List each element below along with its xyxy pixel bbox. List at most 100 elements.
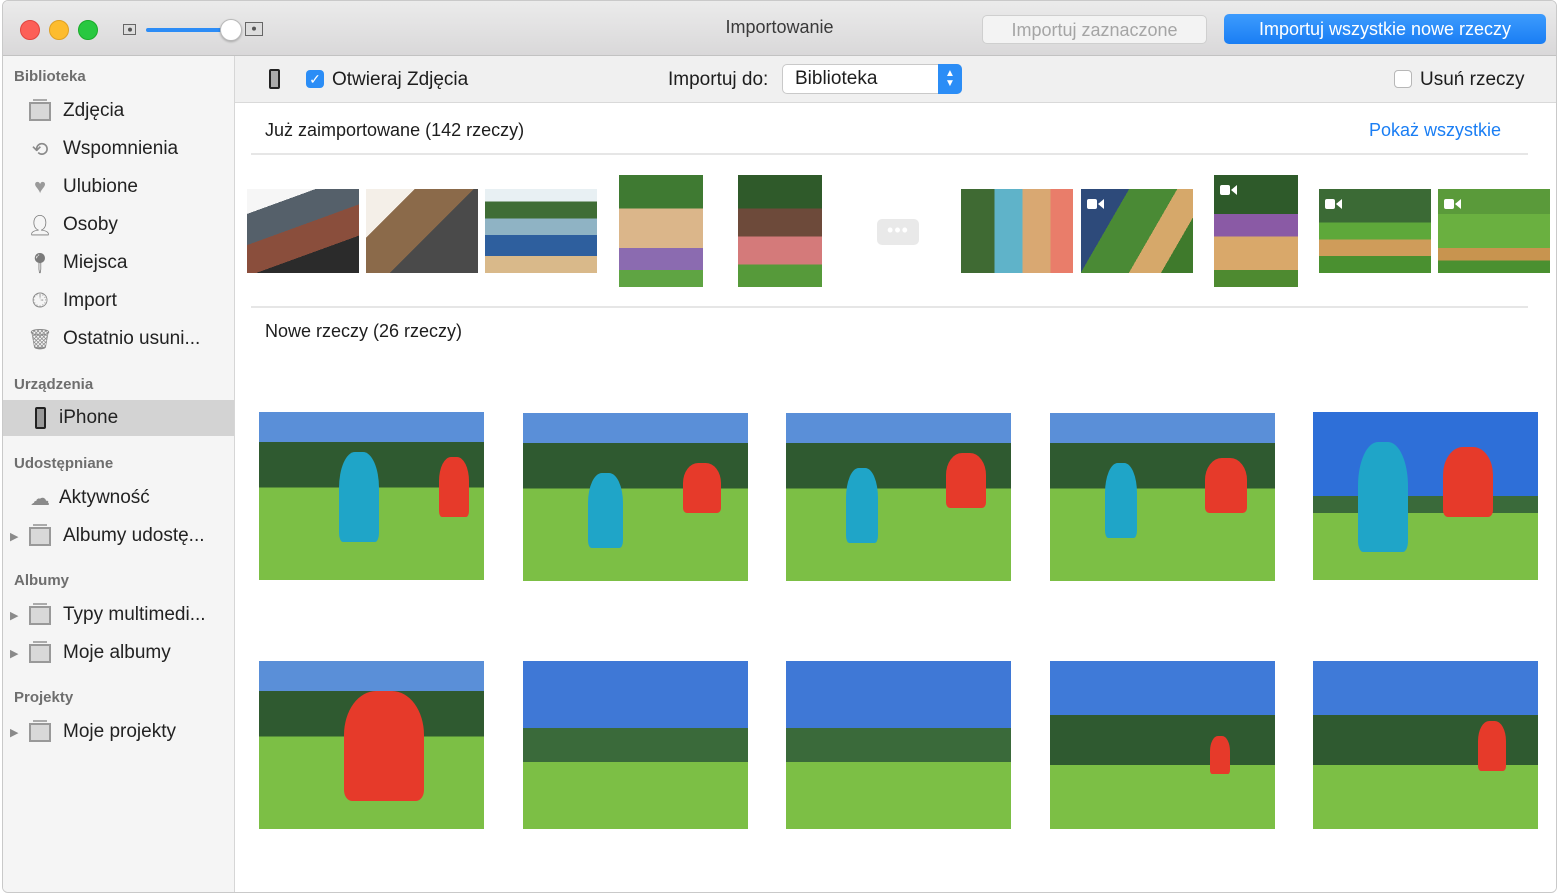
sidebar-item-label: Albumy udostę... [63, 525, 205, 546]
sidebar-item-my-albums[interactable]: ▶ Moje albumy [3, 635, 234, 671]
photo-subject [1443, 447, 1493, 517]
imported-video-thumbnail[interactable] [1438, 189, 1550, 273]
memories-icon: ⟲ [31, 138, 49, 161]
import-toolbar: ✓ Otwieraj Zdjęcia Importuj do: Bibliote… [235, 56, 1556, 103]
album-icon [27, 602, 53, 628]
sidebar-heading-albums: Albumy [14, 572, 70, 589]
show-all-link[interactable]: Pokaż wszystkie [1369, 120, 1501, 141]
sidebar-heading-shared: Udostępniane [14, 455, 114, 472]
sidebar-item-label: Moje projekty [63, 721, 176, 742]
import-content: Już zaimportowane (142 rzeczy) Pokaż wsz… [235, 103, 1556, 892]
sidebar-item-places[interactable]: 📍︎ Miejsca [3, 245, 234, 281]
delete-items-label: Usuń rzeczy [1420, 69, 1525, 90]
imported-video-thumbnail[interactable] [1214, 175, 1298, 287]
disclosure-triangle-icon[interactable]: ▶ [10, 530, 22, 543]
photo-subject [339, 452, 379, 542]
chevron-updown-icon: ▲ ▼ [938, 64, 962, 94]
photo-subject [344, 691, 424, 801]
imported-thumbnail[interactable] [485, 189, 597, 273]
sidebar-item-shared-albums[interactable]: ▶ Albumy udostę... [3, 518, 234, 554]
sidebar-item-media-types[interactable]: ▶ Typy multimedi... [3, 597, 234, 633]
disclosure-triangle-icon[interactable]: ▶ [10, 609, 22, 622]
open-photos-checkbox[interactable]: ✓ [306, 70, 324, 88]
new-items-title: Nowe rzeczy (26 rzeczy) [265, 321, 463, 341]
sidebar-item-iphone[interactable]: iPhone [3, 400, 234, 436]
new-item-thumbnail[interactable] [1313, 661, 1538, 829]
imported-thumbnail[interactable] [619, 175, 703, 287]
already-imported-title: Już zaimportowane (142 rzeczy) [265, 120, 525, 140]
new-item-thumbnail[interactable] [786, 413, 1011, 581]
new-item-thumbnail[interactable] [259, 661, 484, 829]
album-icon [27, 523, 53, 549]
import-destination-select[interactable]: Biblioteka ▲ ▼ [782, 64, 962, 94]
sidebar: Biblioteka Zdjęcia ⟲ Wspomnienia ♥ Ulubi… [3, 56, 235, 892]
trash-icon: 🗑︎ [27, 328, 53, 351]
sidebar-item-import[interactable]: 🕒︎ Import [3, 283, 234, 319]
sidebar-item-recently-deleted[interactable]: 🗑︎ Ostatnio usuni... [3, 321, 234, 357]
imported-video-thumbnail[interactable] [1319, 189, 1431, 273]
import-to-label: Importuj do: [668, 69, 769, 90]
divider [251, 306, 1528, 308]
sidebar-item-activity[interactable]: ☁︎ Aktywność [3, 480, 234, 516]
sidebar-item-label: Zdjęcia [63, 100, 125, 121]
sidebar-item-label: Import [63, 290, 117, 311]
imported-thumbnail[interactable] [961, 189, 1073, 273]
photo-subject [1358, 442, 1408, 552]
imported-thumbnail[interactable] [247, 189, 359, 273]
divider [251, 153, 1528, 155]
sidebar-heading-devices: Urządzenia [14, 376, 94, 393]
photo-subject [1105, 463, 1137, 538]
pin-icon: 📍︎ [27, 252, 53, 275]
new-item-thumbnail[interactable] [1050, 413, 1275, 581]
sidebar-item-label: iPhone [59, 407, 119, 428]
album-icon [27, 719, 53, 745]
photo-subject [683, 463, 721, 513]
photo-subject [1210, 736, 1230, 774]
import-all-button[interactable]: Importuj wszystkie nowe rzeczy [1224, 14, 1546, 44]
new-item-thumbnail[interactable] [523, 413, 748, 581]
cloud-icon: ☁︎ [30, 487, 50, 510]
sidebar-item-label: Miejsca [63, 252, 128, 273]
sidebar-item-favorites[interactable]: ♥ Ulubione [3, 169, 234, 205]
sidebar-item-label: Ulubione [63, 176, 138, 197]
photo-subject [1205, 458, 1247, 513]
disclosure-triangle-icon[interactable]: ▶ [10, 647, 22, 660]
import-window: Importowanie Importuj zaznaczone Importu… [2, 0, 1557, 893]
photo-subject [439, 457, 469, 517]
sidebar-item-label: Wspomnienia [63, 138, 179, 159]
photos-icon [27, 98, 53, 124]
heart-icon: ♥ [34, 175, 46, 198]
import-destination-value: Biblioteka [795, 68, 878, 89]
sidebar-heading-library: Biblioteka [14, 68, 86, 85]
imported-thumbnail[interactable] [738, 175, 822, 287]
title-bar: Importowanie Importuj zaznaczone Importu… [3, 1, 1556, 56]
imported-video-thumbnail[interactable] [1081, 189, 1193, 273]
imported-thumbnail[interactable] [366, 189, 478, 273]
sidebar-item-label: Osoby [63, 214, 118, 235]
photo-subject [946, 453, 986, 508]
import-selected-button[interactable]: Importuj zaznaczone [982, 15, 1207, 44]
new-item-thumbnail[interactable] [259, 412, 484, 580]
delete-items-checkbox[interactable] [1394, 70, 1412, 88]
album-icon [27, 640, 53, 666]
sidebar-item-memories[interactable]: ⟲ Wspomnienia [3, 131, 234, 167]
new-item-thumbnail[interactable] [1050, 661, 1275, 829]
new-item-thumbnail[interactable] [786, 661, 1011, 829]
new-item-thumbnail[interactable] [523, 661, 748, 829]
more-items-button[interactable]: ••• [877, 219, 919, 245]
photo-subject [588, 473, 623, 548]
disclosure-triangle-icon[interactable]: ▶ [10, 726, 22, 739]
person-icon: 👤︎ [27, 214, 53, 237]
iphone-icon [27, 405, 53, 431]
sidebar-item-people[interactable]: 👤︎ Osoby [3, 207, 234, 243]
sidebar-item-photos[interactable]: Zdjęcia [3, 93, 234, 129]
new-item-thumbnail[interactable] [1313, 412, 1538, 580]
sidebar-item-my-projects[interactable]: ▶ Moje projekty [3, 714, 234, 750]
sidebar-item-label: Ostatnio usuni... [63, 328, 201, 349]
sidebar-item-label: Typy multimedi... [63, 604, 206, 625]
iphone-icon [269, 69, 280, 89]
photo-subject [846, 468, 878, 543]
photo-subject [1478, 721, 1506, 771]
open-photos-label: Otwieraj Zdjęcia [332, 69, 469, 90]
sidebar-heading-projects: Projekty [14, 689, 74, 706]
